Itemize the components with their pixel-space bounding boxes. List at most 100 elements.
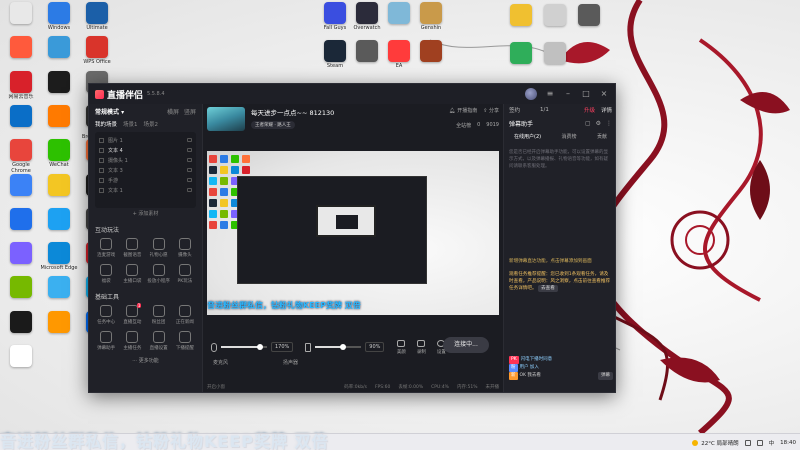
more-icon[interactable]: ⋮ (606, 120, 612, 127)
lock-icon[interactable] (187, 148, 192, 152)
lock-icon[interactable] (187, 138, 192, 142)
speaker-volume-knob[interactable] (339, 344, 346, 350)
tool-button[interactable]: 弹幕助手 (93, 331, 119, 351)
chat-message[interactable]: PK 闪电下播时同意 (509, 356, 613, 364)
portrait-button[interactable]: 竖屏 (184, 107, 196, 116)
copy-icon[interactable]: ▢ (585, 120, 591, 127)
beauty-button[interactable]: 美颜 (394, 339, 408, 355)
desktop-icon[interactable] (2, 242, 40, 277)
maximize-icon[interactable]: □ (581, 89, 591, 99)
desktop-icon[interactable]: Google Chrome (2, 139, 40, 174)
ranking-button[interactable]: 全站榜 (456, 122, 471, 129)
tool-button[interactable]: 截图语音 (119, 238, 145, 258)
live-title[interactable]: 每天进步一点点~~ 812130 (251, 107, 334, 117)
menu-icon[interactable]: ≡ (545, 89, 555, 99)
gear-icon[interactable]: ⚙︎ (596, 120, 601, 127)
tab-consumption[interactable]: 消费榜 (562, 133, 577, 140)
tool-button[interactable]: 粉丝团 (146, 305, 172, 325)
tool-button[interactable]: 正在新闻 (172, 305, 198, 325)
desktop-icon[interactable] (40, 310, 78, 346)
tool-button[interactable]: 下播提醒 (172, 331, 198, 351)
input-method-indicator[interactable]: 中 (769, 439, 775, 447)
tool-button[interactable]: 1 直播互动 (119, 303, 145, 325)
mode-select[interactable]: 常规模式 ▾ (95, 107, 124, 116)
view-task-button[interactable]: 去查看 (538, 285, 558, 292)
visibility-checkbox[interactable] (99, 137, 104, 143)
minimize-icon[interactable]: – (563, 89, 573, 99)
lock-icon[interactable] (187, 188, 192, 192)
weather-widget[interactable]: 22°C 局部晴朗 (692, 439, 739, 447)
live-cover-thumbnail[interactable] (207, 107, 245, 131)
upgrade-button[interactable]: 升级 (584, 106, 595, 114)
desktop-icon[interactable]: WeChat (40, 139, 78, 174)
sign-label[interactable]: 签约 (509, 106, 520, 114)
clock[interactable]: 18:40 (780, 440, 796, 446)
speaker-volume-slider[interactable] (315, 344, 362, 350)
record-button[interactable]: 录制 (414, 339, 428, 355)
desktop-icon[interactable] (570, 4, 608, 39)
lock-icon[interactable] (187, 158, 192, 162)
tool-button[interactable]: 直播设置 (146, 331, 172, 351)
close-icon[interactable]: × (599, 89, 609, 99)
tool-button[interactable]: 主播口袋 (119, 264, 145, 284)
live-category-tag[interactable]: 王者荣耀 · 路人王 (251, 121, 295, 129)
desktop-icon[interactable] (502, 4, 540, 39)
desktop-icon[interactable] (40, 104, 78, 140)
guide-button[interactable]: 🔔︎ 开播指南 (449, 107, 477, 114)
mic-volume-value[interactable]: 170% (271, 342, 294, 352)
stream-preview[interactable]: 音进粉丝群私信，钻粉礼物KEEP奖牌 双倍 (207, 151, 499, 315)
tool-button[interactable]: 投放小程序 (146, 264, 172, 284)
desktop-icon[interactable]: WPS Office (78, 36, 116, 71)
desktop-icon[interactable] (2, 104, 40, 140)
tab-online-users[interactable]: 在线用户(2) (514, 133, 541, 140)
tab-scene-1[interactable]: 场景1 (123, 120, 138, 128)
visibility-checkbox[interactable] (99, 177, 104, 183)
speaker-icon[interactable] (305, 342, 312, 352)
desktop-icon[interactable] (502, 42, 540, 77)
tab-scene-2[interactable]: 场景2 (144, 120, 159, 128)
lock-icon[interactable] (187, 168, 192, 172)
desktop-icon[interactable] (40, 173, 78, 209)
source-item[interactable]: 文本 4 (99, 145, 192, 155)
mini-window-toggle[interactable]: 开启小窗 (207, 384, 225, 390)
desktop-icon[interactable]: Microsoft Edge (40, 242, 78, 277)
chat-message[interactable]: 粉用户 加入 (509, 364, 613, 372)
desktop-icon[interactable]: Windows (40, 2, 78, 37)
microphone-icon[interactable] (211, 342, 217, 352)
source-item[interactable]: 图片 1 (99, 135, 192, 145)
more-features-button[interactable]: ⋯ 更多功能 (89, 357, 202, 364)
share-button[interactable]: ⇪ 分享 (483, 107, 499, 114)
desktop-icon[interactable] (2, 2, 40, 37)
tool-button[interactable]: 连麦游戏 (93, 238, 119, 258)
user-avatar[interactable] (525, 88, 537, 100)
desktop-icon[interactable] (2, 207, 40, 243)
tab-my-scenes[interactable]: 我的场景 (95, 120, 117, 128)
tool-button[interactable]: 摄像头 (172, 238, 198, 258)
details-button[interactable]: 详情 (601, 106, 612, 114)
tool-button[interactable]: 主播任务 (119, 331, 145, 351)
desktop-icon[interactable]: Genshin (412, 2, 450, 37)
mic-volume-slider[interactable] (221, 344, 267, 350)
lock-icon[interactable] (187, 178, 192, 182)
desktop-icon[interactable] (2, 276, 40, 311)
desktop-icon[interactable]: Ultimate (78, 2, 116, 37)
desktop-icon[interactable] (40, 207, 78, 243)
visibility-checkbox[interactable] (99, 157, 104, 163)
visibility-checkbox[interactable] (99, 187, 104, 193)
speaker-volume-value[interactable]: 90% (365, 342, 385, 352)
source-item[interactable]: 文本 3 (99, 165, 192, 175)
visibility-checkbox[interactable] (99, 167, 104, 173)
desktop-icon[interactable] (2, 310, 40, 346)
desktop-icon[interactable] (40, 70, 78, 106)
desktop-icon[interactable] (412, 40, 450, 75)
desktop-icon[interactable] (40, 36, 78, 71)
source-item[interactable]: 文本 1 (99, 185, 192, 195)
start-live-button[interactable]: 连接中... (443, 337, 489, 353)
source-item[interactable]: 摄像头 1 (99, 155, 192, 165)
volume-icon[interactable] (756, 439, 763, 446)
desktop-icon[interactable] (40, 276, 78, 311)
chat-message[interactable]: 新 OK 我去看 弹幕 (509, 372, 613, 380)
add-source-button[interactable]: + 添加素材 (89, 210, 202, 217)
desktop-icon[interactable] (2, 36, 40, 71)
danmaku-toggle-button[interactable]: 弹幕 (598, 372, 613, 380)
